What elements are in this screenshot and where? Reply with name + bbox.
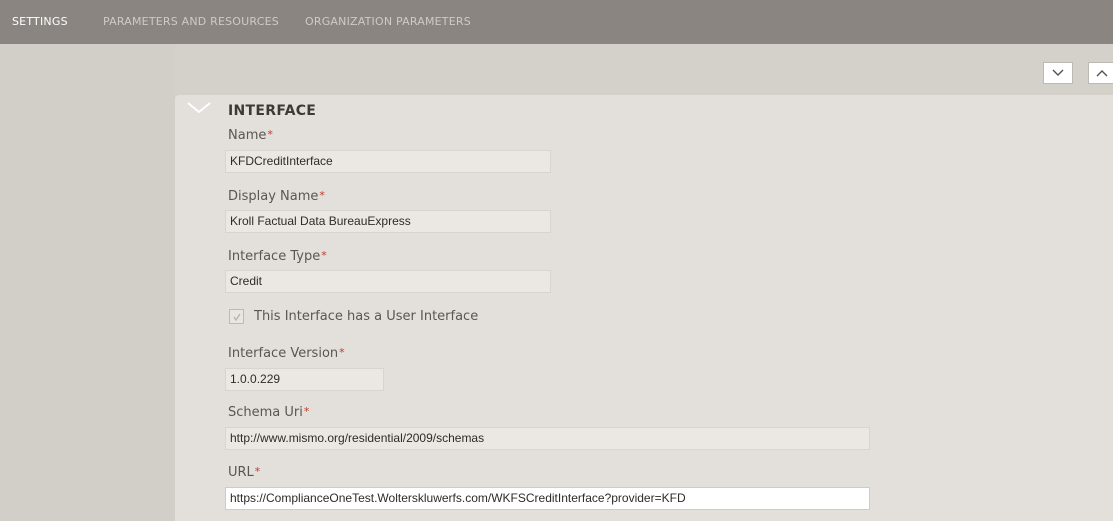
tab-parameters-and-resources[interactable]: PARAMETERS AND RESOURCES xyxy=(103,0,279,44)
left-gutter xyxy=(0,44,175,521)
chevron-down-icon xyxy=(1052,69,1064,76)
required-marker: * xyxy=(339,346,345,359)
display-name-field[interactable]: Kroll Factual Data BureauExpress xyxy=(225,210,551,233)
expand-all-button[interactable] xyxy=(1043,62,1073,84)
schema-uri-label: Schema Uri* xyxy=(228,405,310,420)
required-marker: * xyxy=(319,189,325,202)
schema-uri-field[interactable]: http://www.mismo.org/residential/2009/sc… xyxy=(225,427,870,450)
required-marker: * xyxy=(321,249,327,262)
required-marker: * xyxy=(267,128,273,141)
name-field[interactable]: KFDCreditInterface xyxy=(225,150,551,173)
checkmark-icon xyxy=(232,313,241,321)
tab-organization-parameters[interactable]: ORGANIZATION PARAMETERS xyxy=(305,0,471,44)
url-label: URL* xyxy=(228,465,261,480)
interface-type-label: Interface Type* xyxy=(228,249,327,264)
chevron-up-icon xyxy=(1096,70,1108,77)
name-label: Name* xyxy=(228,128,273,143)
section-title: INTERFACE xyxy=(228,103,317,119)
top-tab-bar: SETTINGS PARAMETERS AND RESOURCES ORGANI… xyxy=(0,0,1113,44)
chevron-down-icon xyxy=(187,102,211,114)
has-user-interface-label: This Interface has a User Interface xyxy=(254,309,479,324)
required-marker: * xyxy=(254,465,261,478)
required-marker: * xyxy=(303,405,310,418)
url-field[interactable]: https://ComplianceOneTest.Wolterskluwerf… xyxy=(225,487,870,510)
has-user-interface-checkbox[interactable] xyxy=(229,309,244,324)
section-collapse-toggle[interactable] xyxy=(186,100,212,118)
interface-version-field[interactable]: 1.0.0.229 xyxy=(225,368,384,391)
display-name-label: Display Name* xyxy=(228,189,325,204)
tab-settings[interactable]: SETTINGS xyxy=(12,0,68,44)
collapse-all-button[interactable] xyxy=(1088,62,1113,84)
interface-version-label: Interface Version* xyxy=(228,346,345,361)
interface-type-field[interactable]: Credit xyxy=(225,270,551,293)
